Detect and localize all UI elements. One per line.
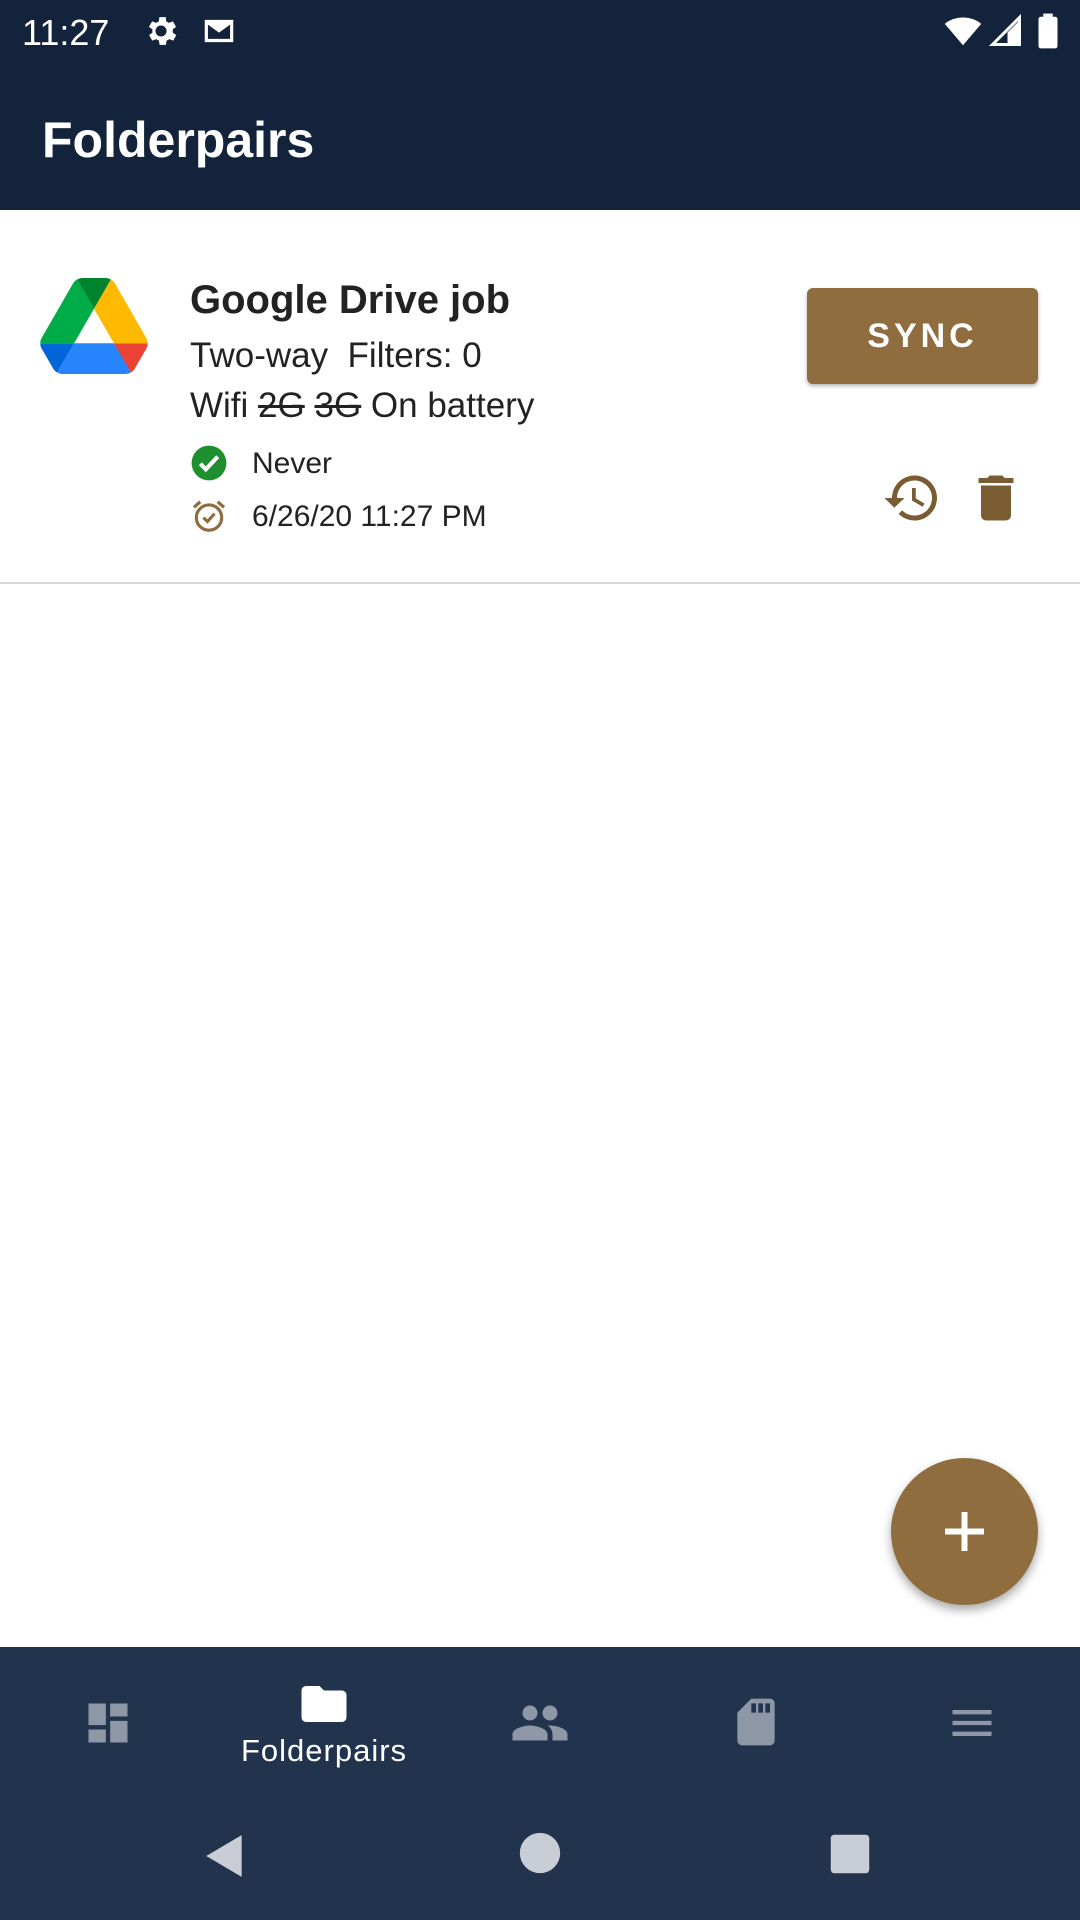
nav-item-accounts[interactable] bbox=[432, 1647, 648, 1785]
app-bar: Folderpairs bbox=[0, 63, 1080, 210]
accounts-icon bbox=[512, 1705, 568, 1741]
settings-gear-icon bbox=[142, 12, 180, 55]
plus-icon bbox=[945, 1512, 984, 1551]
check-circle-icon bbox=[191, 445, 227, 481]
net-2g-condition: 2G bbox=[258, 386, 305, 425]
sd-card-icon bbox=[737, 1698, 775, 1746]
folder-icon bbox=[301, 1686, 347, 1722]
folderpair-card[interactable]: Google Drive job Two-way Filters: 0 Wifi… bbox=[0, 212, 1080, 584]
gmail-icon bbox=[200, 12, 238, 55]
battery-icon bbox=[1036, 12, 1060, 55]
google-drive-icon bbox=[40, 278, 148, 374]
status-time: 11:27 bbox=[22, 12, 110, 53]
net-3g-condition: 3G bbox=[314, 386, 362, 425]
page-title: Folderpairs bbox=[42, 112, 315, 168]
recents-icon[interactable] bbox=[829, 1833, 871, 1875]
home-icon[interactable] bbox=[518, 1831, 562, 1875]
job-sync-type: Two-way Filters: 0 bbox=[190, 336, 482, 375]
nav-label-folderpairs: Folderpairs bbox=[240, 1733, 408, 1768]
nav-item-folderpairs[interactable]: Folderpairs bbox=[216, 1647, 432, 1785]
history-icon[interactable] bbox=[882, 468, 942, 528]
delete-icon[interactable] bbox=[966, 468, 1026, 528]
last-sync-text: Never bbox=[252, 447, 333, 480]
nav-item-menu[interactable] bbox=[864, 1647, 1080, 1785]
system-navigation-bar bbox=[0, 1785, 1080, 1920]
wifi-icon bbox=[942, 12, 984, 55]
back-icon[interactable] bbox=[200, 1831, 250, 1881]
job-title: Google Drive job bbox=[190, 278, 511, 322]
status-bar: 11:27 bbox=[0, 0, 1080, 63]
add-folderpair-button[interactable] bbox=[891, 1458, 1038, 1605]
cell-signal-icon bbox=[988, 12, 1024, 55]
battery-condition: On battery bbox=[370, 386, 535, 425]
job-conditions: Wifi 2G 3G On battery bbox=[190, 386, 534, 426]
sync-button[interactable]: SYNC bbox=[807, 288, 1038, 384]
dashboard-icon bbox=[88, 1703, 128, 1743]
bottom-navigation: Folderpairs bbox=[0, 1647, 1080, 1785]
nav-item-dashboard[interactable] bbox=[0, 1647, 216, 1785]
menu-icon bbox=[952, 1710, 992, 1736]
wifi-condition: Wifi bbox=[190, 386, 249, 425]
alarm-clock-icon bbox=[192, 500, 226, 532]
next-sync-text: 6/26/20 11:27 PM bbox=[252, 500, 487, 533]
nav-item-storage[interactable] bbox=[648, 1647, 864, 1785]
